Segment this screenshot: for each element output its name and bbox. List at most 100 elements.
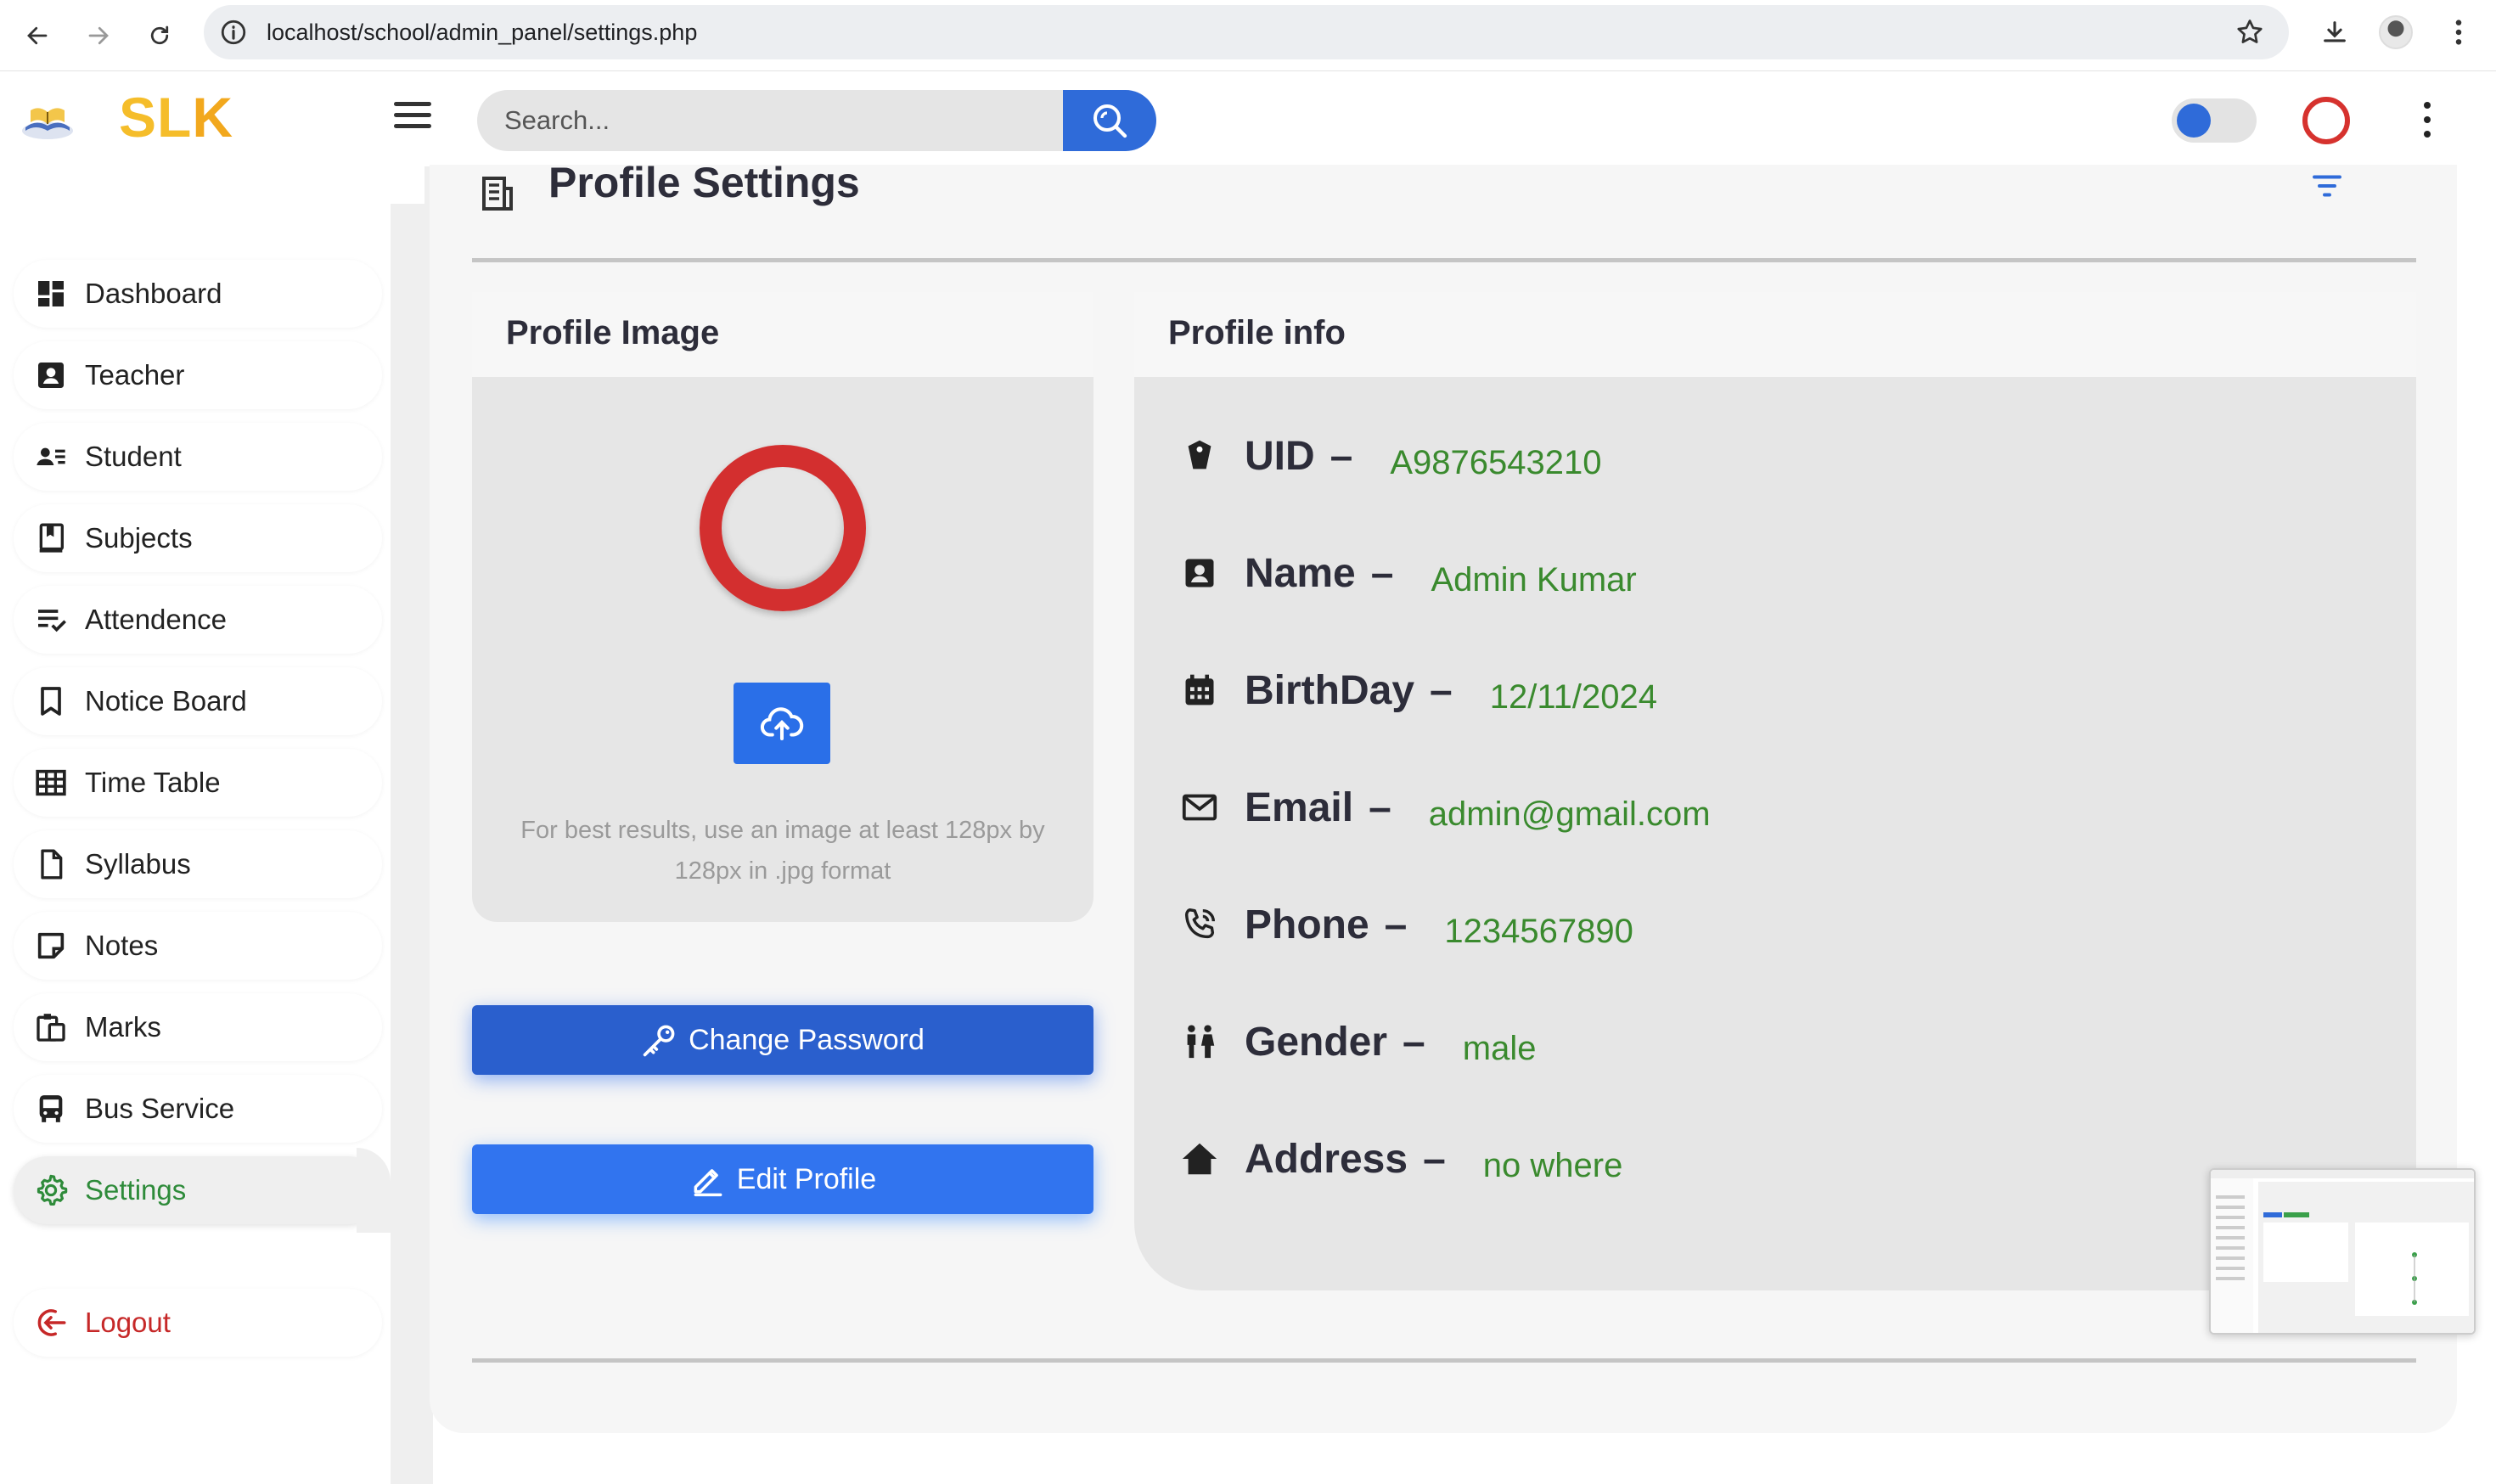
reload-icon	[150, 25, 169, 45]
field-value: A9876543210	[1390, 443, 1602, 481]
info-row-phone: Phone – 1234567890	[1178, 895, 1633, 954]
sidebar-item-label: Notes	[85, 930, 159, 961]
edit-profile-button[interactable]: Edit Profile	[472, 1144, 1093, 1214]
arrow-left-icon	[27, 26, 48, 45]
field-label: Email	[1245, 784, 1354, 830]
sidebar-item-label: Notice Board	[85, 685, 247, 717]
field-separator: –	[1423, 1136, 1446, 1182]
sidebar-item-subjects[interactable]: Subjects	[14, 504, 382, 572]
field-value: male	[1462, 1029, 1537, 1067]
sidebar-item-teacher[interactable]: Teacher	[14, 341, 382, 409]
search-icon	[1093, 104, 1127, 138]
field-separator: –	[1330, 433, 1353, 479]
field-separator: –	[1403, 1019, 1425, 1065]
file-icon	[32, 846, 70, 883]
user-avatar-ring[interactable]	[2302, 97, 2350, 144]
reload-button[interactable]	[139, 15, 180, 56]
field-separator: –	[1370, 550, 1394, 596]
sidebar-item-bus-service[interactable]: Bus Service	[14, 1075, 382, 1143]
url-text[interactable]: localhost/school/admin_panel/settings.ph…	[267, 20, 697, 46]
page-title: Profile Settings	[548, 159, 860, 206]
profile-image-card: Profile Image For best results, use an i…	[472, 292, 1093, 922]
sidebar-item-label: Dashboard	[85, 278, 222, 309]
cloud-upload-icon	[760, 707, 804, 741]
address-bar[interactable]: localhost/school/admin_panel/settings.ph…	[204, 5, 2289, 59]
field-value: no where	[1482, 1146, 1623, 1184]
content-background	[391, 166, 433, 1484]
sidebar-item-dashboard[interactable]: Dashboard	[14, 260, 382, 328]
field-label: BirthDay	[1245, 667, 1415, 713]
star-icon[interactable]	[2235, 17, 2265, 48]
note-icon	[32, 927, 70, 964]
key-icon	[641, 1021, 678, 1059]
contact-icon	[1178, 552, 1221, 594]
filter-icon[interactable]	[2311, 173, 2343, 199]
forward-button[interactable]	[78, 15, 119, 56]
brand-logo-text: SLK	[119, 85, 233, 149]
search-field[interactable]	[477, 90, 1063, 151]
info-row-address: Address – no where	[1178, 1129, 1622, 1189]
hamburger-menu-button[interactable]	[394, 102, 431, 136]
browser-menu-button[interactable]	[2438, 12, 2479, 53]
logout-label: Logout	[85, 1307, 171, 1338]
profile-button[interactable]	[2375, 12, 2416, 53]
sidebar-item-label: Student	[85, 441, 182, 472]
download-button[interactable]	[2314, 12, 2355, 53]
sidebar: Dashboard Teacher Student Subjects Atten…	[0, 166, 391, 1484]
more-vertical-icon	[2455, 20, 2462, 45]
phone-icon	[1178, 903, 1221, 946]
download-icon	[2324, 21, 2346, 42]
info-icon[interactable]	[219, 18, 248, 47]
field-value: 12/11/2024	[1489, 677, 1657, 716]
id-tag-icon	[1178, 435, 1221, 477]
student-icon	[32, 438, 70, 475]
card-header: Profile info	[1134, 292, 2416, 377]
gear-icon	[32, 1172, 70, 1209]
sidebar-item-student[interactable]: Student	[14, 423, 382, 491]
back-button[interactable]	[17, 15, 58, 56]
divider	[472, 1358, 2416, 1363]
profile-avatar	[700, 445, 866, 611]
sidebar-item-label: Attendence	[85, 604, 227, 635]
theme-toggle[interactable]	[2172, 98, 2257, 143]
logo-icon	[22, 108, 73, 139]
sidebar-item-time-table[interactable]: Time Table	[14, 749, 382, 817]
book-icon	[32, 520, 70, 557]
mail-icon	[1178, 786, 1221, 829]
avatar	[2379, 15, 2413, 49]
info-row-uid: UID – A9876543210	[1178, 426, 1602, 486]
field-separator: –	[1430, 667, 1453, 713]
page-header: Profile Settings	[475, 159, 2420, 260]
logout-icon	[32, 1304, 70, 1341]
bus-icon	[32, 1090, 70, 1127]
sidebar-item-label: Teacher	[85, 359, 185, 391]
thumbnail-preview-image	[2211, 1170, 2474, 1333]
sidebar-item-marks[interactable]: Marks	[14, 993, 382, 1061]
field-label: Name	[1245, 550, 1356, 596]
sidebar-item-label: Bus Service	[85, 1093, 235, 1124]
sidebar-item-syllabus[interactable]: Syllabus	[14, 830, 382, 898]
card-header: Profile Image	[472, 292, 1093, 377]
profile-info-card: Profile info UID – A9876543210 Name – Ad…	[1134, 292, 2416, 1290]
home-icon	[1178, 1138, 1221, 1180]
search-button[interactable]	[1063, 90, 1156, 151]
main-content: Profile Settings Profile Image For best …	[430, 159, 2457, 1433]
search-input[interactable]	[477, 90, 1063, 151]
bookmark-icon	[32, 683, 70, 720]
info-row-name: Name – Admin Kumar	[1178, 543, 1637, 603]
divider	[472, 258, 2416, 262]
sidebar-item-attendance[interactable]: Attendence	[14, 586, 382, 654]
more-options-button[interactable]	[2414, 98, 2440, 141]
pencil-icon	[689, 1161, 727, 1198]
field-label: Address	[1245, 1136, 1408, 1182]
change-password-button[interactable]: Change Password	[472, 1005, 1093, 1075]
people-icon	[1178, 1020, 1221, 1063]
clipboard-icon	[32, 1009, 70, 1046]
browser-toolbar: localhost/school/admin_panel/settings.ph…	[0, 0, 2496, 71]
screenshot-thumbnail[interactable]	[2209, 1168, 2476, 1335]
sidebar-item-notice-board[interactable]: Notice Board	[14, 667, 382, 735]
upload-image-button[interactable]	[734, 683, 830, 764]
sidebar-item-notes[interactable]: Notes	[14, 912, 382, 980]
logout-button[interactable]: Logout	[14, 1289, 382, 1357]
sidebar-item-settings[interactable]: Settings	[14, 1156, 382, 1224]
